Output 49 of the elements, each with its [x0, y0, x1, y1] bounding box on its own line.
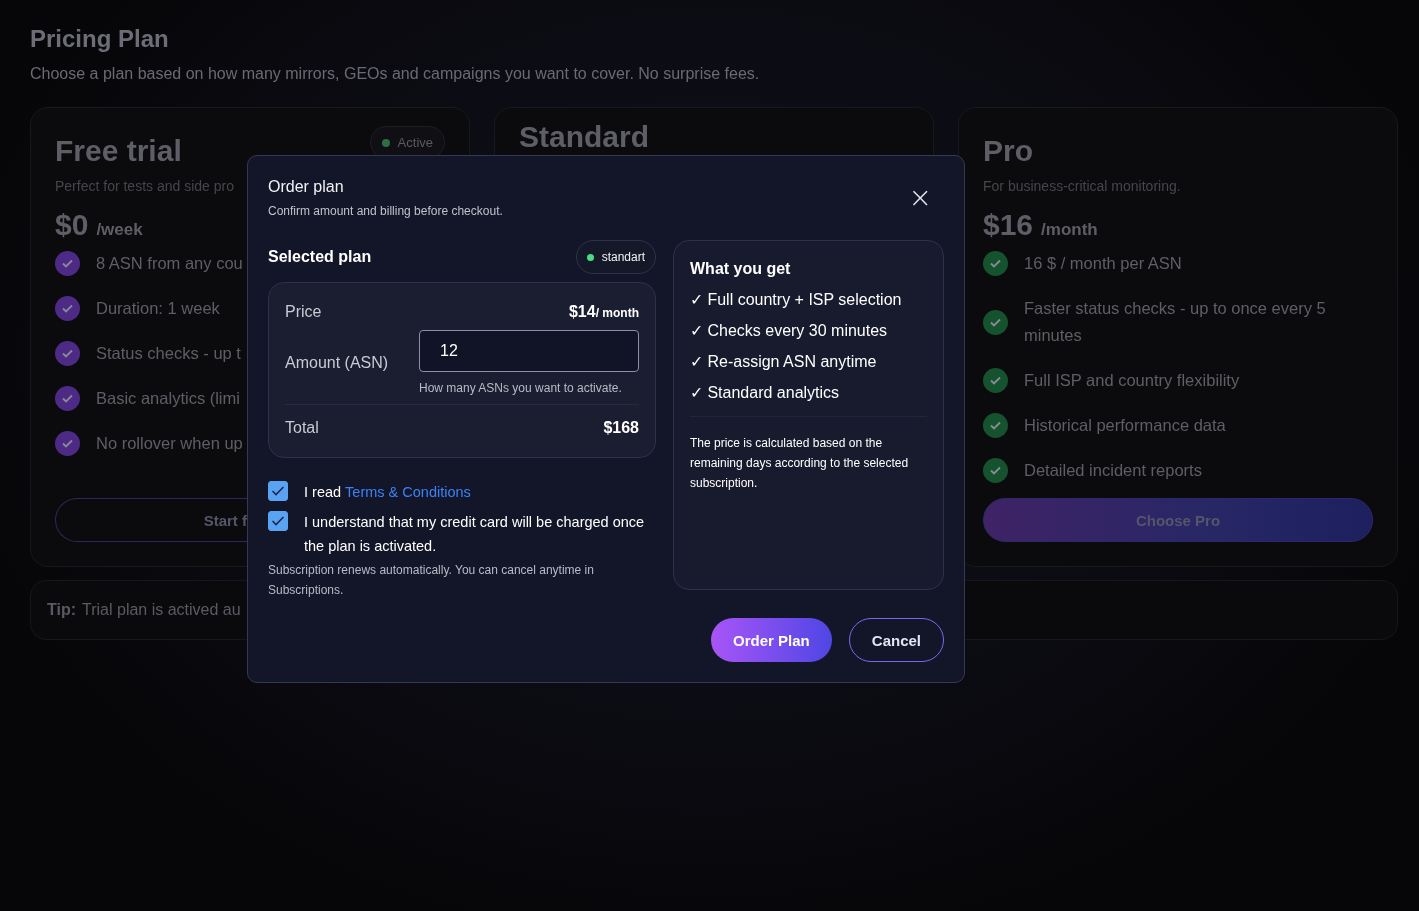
plan-name: Standard — [519, 120, 650, 154]
total-value: $168 — [603, 419, 639, 437]
plan-period: /month — [1041, 220, 1098, 240]
tip-text: Trial plan is actived au — [82, 601, 241, 619]
feature-text: Faster status checks - up to once every 5 minutes — [1024, 298, 1327, 346]
order-button[interactable]: Order Plan — [711, 618, 832, 662]
dialog-subtitle: Confirm amount and billing before checkout. — [268, 204, 503, 218]
close-button[interactable]: × — [906, 186, 934, 210]
feature-text: Basic analytics (limi — [96, 388, 240, 409]
feature-text: Full ISP and country flexibility — [1024, 370, 1240, 391]
total-label: Total — [285, 419, 319, 437]
dialog-title: Order plan — [268, 178, 345, 196]
price-unit: / month — [595, 306, 639, 320]
feature-text: 8 ASN from any cou — [96, 253, 243, 274]
page-subtitle: Choose a plan based on how many mirrors, GEOs and campaigns you want to cover. No surprise fees. — [30, 65, 761, 83]
agreement-text: I understand that my credit card will be charged once the plan is activated. — [304, 513, 646, 556]
plan-name: Free trial — [55, 134, 182, 168]
feature-text: Duration: 1 week — [96, 298, 220, 319]
plan-price: $0 — [55, 208, 89, 242]
feature-text: 16 $ / month per ASN — [1024, 253, 1182, 274]
page-title: Pricing Plan — [30, 25, 170, 53]
checkbox[interactable] — [268, 481, 288, 501]
benefits-note: The price is calculated based on the remaining days according to the selected subscription. — [690, 435, 910, 492]
terms-link[interactable]: Terms & Conditions — [345, 484, 471, 500]
agreement-text: I read Terms & Conditions — [304, 483, 471, 502]
benefits-title: What you get — [690, 260, 792, 278]
plan-badge: standart — [575, 240, 656, 274]
plan-name: Pro — [983, 134, 1033, 168]
feature-text: Detailed incident reports — [1024, 460, 1202, 481]
benefit-item: ✓ Checks every 30 minutes — [690, 321, 889, 340]
amount-field[interactable]: 12 — [419, 330, 639, 372]
benefit-item: ✓ Full country + ISP selection — [690, 290, 903, 309]
section-title: Selected plan — [268, 248, 372, 266]
renewal-note: Subscription renews automatically. You can cancel anytime in Subscriptions. — [268, 562, 595, 599]
field-hint: How many ASNs you want to activate. — [419, 381, 623, 395]
amount-label: Amount (ASN) — [285, 354, 389, 372]
price-value: $14 — [568, 303, 596, 320]
plan-description: For business-critical monitoring. — [983, 178, 1181, 194]
plan-price: $16 — [983, 208, 1034, 242]
tip-label: Tip: — [47, 601, 77, 619]
plan-description: Perfect for tests and side pro — [55, 178, 234, 194]
checkbox[interactable] — [268, 511, 288, 531]
feature-text: Historical performance data — [1024, 415, 1226, 436]
feature-text: No rollover when up — [96, 433, 243, 454]
plan-period: /week — [96, 220, 143, 240]
benefit-item: ✓ Re-assign ASN anytime — [690, 352, 878, 371]
price-label: Price — [285, 303, 322, 321]
feature-text: Status checks - up t — [96, 343, 241, 364]
benefit-item: ✓ Standard analytics — [690, 383, 841, 402]
